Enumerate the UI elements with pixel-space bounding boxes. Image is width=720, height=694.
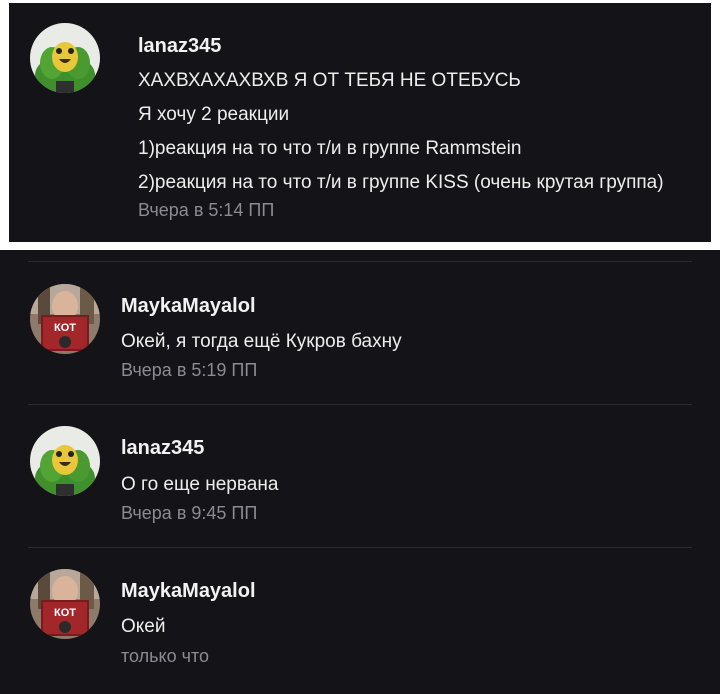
divider <box>28 547 692 548</box>
top-comment-card: lanaz345 ХАХВХАХАХВХВ Я ОТ ТЕБЯ НЕ ОТЕБУ… <box>9 3 711 242</box>
message-line: 2)реакция на то что т/и в группе KISS (о… <box>138 172 664 193</box>
timestamp: Вчера в 5:14 ПП <box>138 200 275 220</box>
timestamp: только что <box>121 646 210 666</box>
message-text: Окей <box>121 616 166 637</box>
timestamp: Вчера в 9:45 ПП <box>121 503 258 523</box>
comment-list: КОТ MaykaMayalol Окей, я тогда ещё Кукро… <box>0 250 720 694</box>
message-line: Я хочу 2 реакции <box>138 104 290 125</box>
divider <box>28 261 692 262</box>
username[interactable]: MaykaMayalol <box>121 295 256 318</box>
username[interactable]: lanaz345 <box>121 437 204 460</box>
parrot-avatar[interactable] <box>30 23 100 93</box>
book-avatar[interactable]: КОТ <box>30 284 100 354</box>
timestamp: Вчера в 5:19 ПП <box>121 360 258 380</box>
book-cover-text: КОТ <box>54 322 76 334</box>
username[interactable]: MaykaMayalol <box>121 580 256 603</box>
parrot-avatar[interactable] <box>30 426 100 496</box>
message-text: Окей, я тогда ещё Кукров бахну <box>121 331 402 352</box>
message-line: ХАХВХАХАХВХВ Я ОТ ТЕБЯ НЕ ОТЕБУСЬ <box>138 70 521 91</box>
book-avatar[interactable]: КОТ <box>30 569 100 639</box>
message-line: 1)реакция на то что т/и в группе Rammste… <box>138 138 522 159</box>
message-text: О го еще нервана <box>121 474 279 495</box>
book-cover-text: КОТ <box>54 607 76 619</box>
divider <box>28 404 692 405</box>
username[interactable]: lanaz345 <box>138 35 221 58</box>
